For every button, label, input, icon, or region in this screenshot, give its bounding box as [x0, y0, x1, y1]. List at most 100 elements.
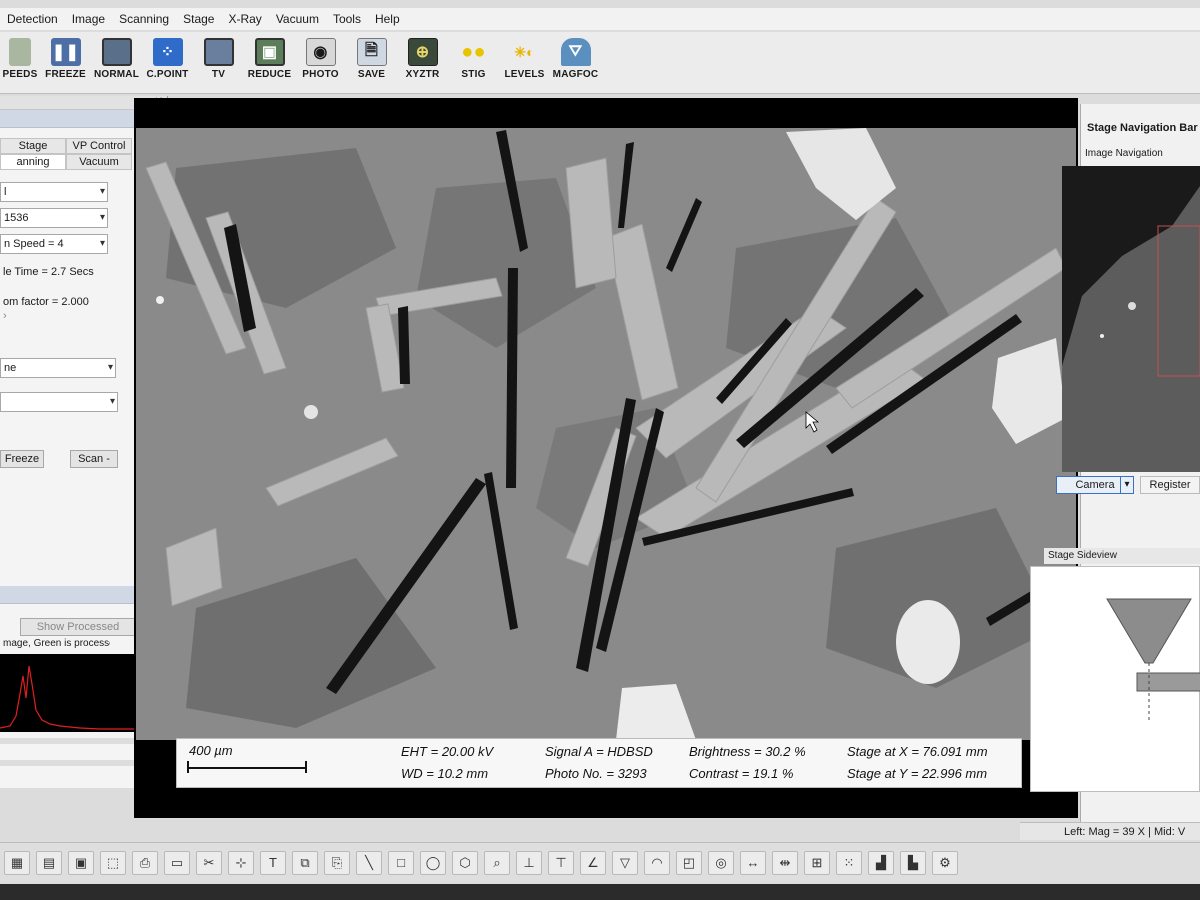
scan-speed-select[interactable]: n Speed = 4 ▾ [0, 234, 108, 254]
grid-icon[interactable]: ▦ [4, 850, 30, 875]
measure-icon[interactable]: ⊹ [228, 850, 254, 875]
line-icon[interactable]: ╲ [356, 850, 382, 875]
zoom-slider[interactable]: › [0, 310, 110, 322]
chevron-down-icon: ▾ [99, 212, 105, 223]
tab-scanning[interactable]: anning [0, 154, 66, 170]
eht-value: EHT = 20.00 kV [401, 744, 494, 759]
save-button[interactable]: 🗎 SAVE [346, 32, 397, 80]
xyztr-button[interactable]: ⊕ XYZTR [397, 32, 448, 80]
stage-x-value: Stage at X = 76.091 mm [847, 744, 988, 759]
folder-icon[interactable]: ▭ [164, 850, 190, 875]
sem-micrograph [136, 128, 1076, 740]
navigation-grain [1100, 334, 1104, 338]
stage-navigation-title: Stage Navigation Bar [1087, 122, 1198, 134]
cycle-time-label: le Time = 2.7 Secs [3, 266, 94, 278]
scale-icon[interactable]: ⇹ [772, 850, 798, 875]
magfoc-icon: ⛛ [560, 38, 591, 66]
photo-icon: ◉ [305, 38, 336, 66]
scale-bar-tick [187, 761, 189, 773]
noise-reduction-select[interactable]: ne ▾ [0, 358, 116, 378]
register-button[interactable]: Register [1140, 476, 1200, 494]
menu-help[interactable]: Help [368, 12, 407, 26]
cpoint-icon: ⁘ [152, 38, 183, 66]
stig-button[interactable]: ●● STIG [448, 32, 499, 81]
ellipse-icon[interactable]: ◯ [420, 850, 446, 875]
histogram-icon[interactable]: ▙ [900, 850, 926, 875]
menu-detection[interactable]: Detection [0, 12, 65, 26]
area-icon[interactable]: ◰ [676, 850, 702, 875]
contrast-value: Contrast = 19.1 % [689, 766, 794, 781]
point-measure-icon[interactable]: ⊥ [516, 850, 542, 875]
normal-button[interactable]: NORMAL [91, 32, 142, 80]
scan-button[interactable]: Scan - [70, 450, 118, 468]
levels-button[interactable]: ✳◐ LEVELS [499, 32, 550, 81]
histogram-curve [0, 665, 138, 730]
tools-icon[interactable]: ✂ [196, 850, 222, 875]
profile-icon[interactable]: ▟ [868, 850, 894, 875]
histogram-slider[interactable] [0, 738, 138, 744]
menu-vacuum[interactable]: Vacuum [269, 12, 326, 26]
histogram-collapse-icon[interactable]: ︽ [0, 586, 156, 604]
circle-measure-icon[interactable]: ◎ [708, 850, 734, 875]
os-taskbar [0, 884, 1200, 900]
tv-icon [203, 38, 234, 66]
settings-icon[interactable]: ⚙ [932, 850, 958, 875]
cpoint-button[interactable]: ⁘ C.POINT [142, 32, 193, 80]
bright-mineral-grain [156, 296, 164, 304]
triangle-icon[interactable]: ▽ [612, 850, 638, 875]
tab-vp-control[interactable]: VP Control [66, 138, 132, 154]
window-icon[interactable]: ⧉ [292, 850, 318, 875]
width-measure-icon[interactable]: ↔ [740, 850, 766, 875]
stage-y-value: Stage at Y = 22.996 mm [847, 766, 988, 781]
print-icon[interactable]: ⎙ [132, 850, 158, 875]
tab-stage[interactable]: Stage [0, 138, 66, 154]
text-icon[interactable]: T [260, 850, 286, 875]
tv-button[interactable]: TV [193, 32, 244, 80]
tab-vacuum[interactable]: Vacuum [66, 154, 132, 170]
layout-icon[interactable]: ▤ [36, 850, 62, 875]
photo-button[interactable]: ◉ PHOTO [295, 32, 346, 80]
rectangle-icon[interactable]: □ [388, 850, 414, 875]
objective-lens-cone [1106, 598, 1192, 664]
arc-icon[interactable]: ◠ [644, 850, 670, 875]
freeze-button-panel[interactable]: Freeze [0, 450, 44, 468]
polygon-icon[interactable]: ⬡ [452, 850, 478, 875]
panel-tabs: Stage VP Control anning Vacuum [0, 138, 132, 170]
main-toolbar: PEEDS ❚❚ FREEZE NORMAL ⁘ C.POINT TV ▣ RE… [0, 32, 1200, 94]
menu-tools[interactable]: Tools [326, 12, 368, 26]
menu-scanning[interactable]: Scanning [112, 12, 176, 26]
menu-image[interactable]: Image [65, 12, 112, 26]
resolution-select[interactable]: 1536 ▾ [0, 208, 108, 228]
zoom-icon[interactable]: ⌕ [484, 850, 510, 875]
sem-image[interactable] [136, 128, 1076, 740]
stage-sideview [1030, 566, 1200, 792]
levels-icon: ✳◐ [514, 43, 535, 60]
detector-select[interactable]: l ▾ [0, 182, 108, 202]
magfoc-button[interactable]: ⛛ MAGFOC [550, 32, 601, 80]
photo-number: Photo No. = 3293 [545, 766, 647, 781]
navigation-camera-image[interactable] [1062, 166, 1200, 472]
chevron-down-icon: ▾ [109, 396, 115, 407]
void-lath [398, 306, 410, 384]
copy-icon[interactable]: ⎘ [324, 850, 350, 875]
menu-xray[interactable]: X-Ray [221, 12, 268, 26]
image-icon[interactable]: ▣ [68, 850, 94, 875]
marker-icon[interactable]: ⊞ [804, 850, 830, 875]
scale-bar-tick [305, 761, 307, 773]
show-processed-button[interactable]: Show Processed [20, 618, 136, 636]
dots-icon[interactable]: ⁙ [836, 850, 862, 875]
histogram-slider-2[interactable] [0, 760, 138, 766]
select-icon[interactable]: ⬚ [100, 850, 126, 875]
menu-bar: Detection Image Scanning Stage X-Ray Vac… [0, 8, 1200, 30]
chevron-down-icon: ▾ [1124, 479, 1130, 490]
menu-stage[interactable]: Stage [176, 12, 221, 26]
freeze-button[interactable]: ❚❚ FREEZE [40, 32, 91, 80]
scale-bar [187, 767, 307, 769]
secondary-select[interactable]: ▾ [0, 392, 118, 412]
reduce-button[interactable]: ▣ REDUCE [244, 32, 295, 80]
speeds-button[interactable]: PEEDS [0, 32, 40, 80]
camera-dropdown[interactable]: ▾ [1120, 476, 1134, 494]
scale-bar-label: 400 µm [189, 743, 233, 758]
height-measure-icon[interactable]: ⊤ [548, 850, 574, 875]
angle-icon[interactable]: ∠ [580, 850, 606, 875]
